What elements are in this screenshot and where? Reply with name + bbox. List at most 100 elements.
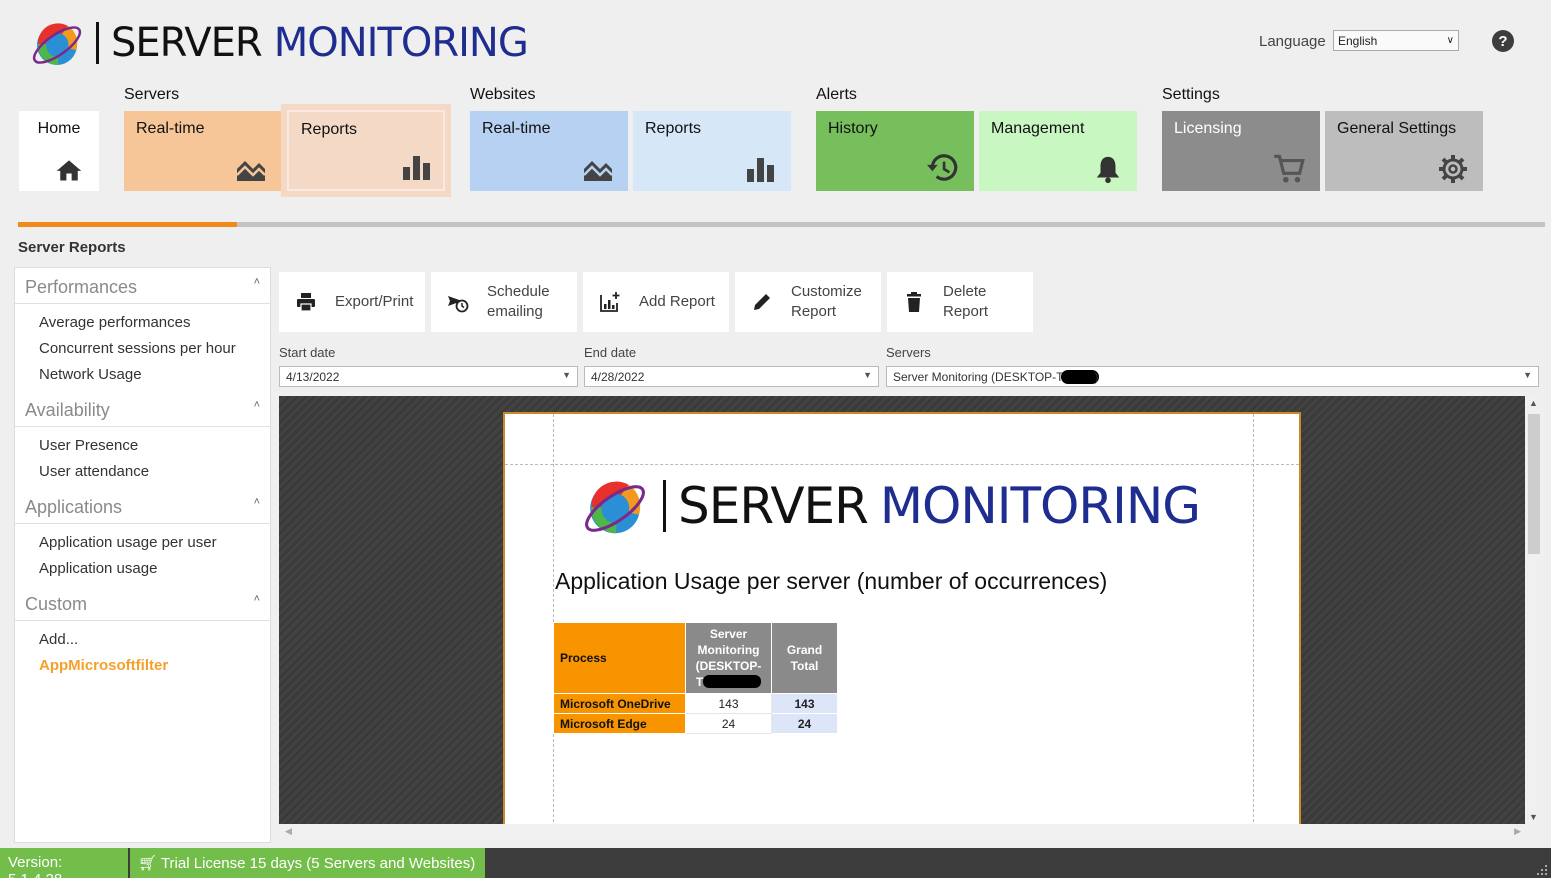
logo-globe-icon: [585, 481, 645, 534]
logo-separator: [96, 22, 99, 64]
tile-servers-realtime-label: Real-time: [136, 120, 205, 137]
header-server: Server Monitoring (DESKTOP- T: [685, 622, 772, 694]
language-value: English: [1338, 33, 1378, 48]
schedule-label-line1: Schedule: [487, 283, 550, 300]
scroll-thumb[interactable]: [1528, 414, 1540, 554]
schedule-send-icon: [447, 291, 469, 313]
tile-settings-general[interactable]: General Settings: [1325, 111, 1483, 191]
home-icon: [56, 160, 82, 181]
tile-websites-reports[interactable]: Reports: [633, 111, 791, 191]
dropdown-arrow-icon: ▼: [562, 370, 571, 380]
dropdown-arrow-icon: ▼: [1523, 370, 1532, 380]
bar-chart-icon: [747, 158, 774, 182]
customize-report-button[interactable]: Customize Report: [735, 272, 881, 332]
redaction-mark: [1060, 370, 1099, 384]
add-report-button[interactable]: Add Report: [583, 272, 729, 332]
report-logo-word-monitoring: MONITORING: [879, 477, 1201, 535]
row-total: 143: [771, 693, 838, 714]
report-viewer[interactable]: SERVER MONITORING Application Usage per …: [279, 396, 1525, 824]
sidebar-item-application-usage-per-user[interactable]: Application usage per user: [39, 534, 217, 551]
sidebar-item-concurrent-sessions[interactable]: Concurrent sessions per hour: [39, 340, 236, 357]
logo-word-monitoring: MONITORING: [273, 20, 529, 66]
chevron-up-icon: ˄: [253, 496, 260, 508]
report-table: Process Server Monitoring (DESKTOP- T Gr…: [553, 622, 838, 734]
help-icon[interactable]: ?: [1492, 30, 1514, 52]
tile-home[interactable]: Home: [19, 111, 99, 191]
sidebar-item-appmicrosoftfilter[interactable]: AppMicrosoftfilter: [39, 657, 168, 674]
sidebar-item-user-attendance[interactable]: User attendance: [39, 463, 149, 480]
scroll-down-icon[interactable]: ▼: [1529, 812, 1538, 822]
start-date-picker[interactable]: 4/13/2022 ▼: [279, 366, 578, 387]
servers-value-suffix: ): [1094, 370, 1099, 384]
sidebar-section-title: Applications: [25, 497, 123, 517]
license-badge[interactable]: 🛒︎ Trial License 15 days (5 Servers and …: [130, 848, 485, 878]
table-row: Microsoft Edge 24 24: [553, 713, 838, 734]
status-bar: Version: 5.1.4.28 🛒︎ Trial License 15 da…: [0, 848, 1551, 878]
header-server-l2: Monitoring: [697, 643, 760, 657]
delete-report-label: Delete Report: [943, 282, 988, 322]
header-process: Process: [553, 622, 686, 694]
tile-alerts-history-label: History: [828, 120, 878, 137]
license-text: Trial License 15 days (5 Servers and Web…: [160, 855, 476, 872]
sidebar-section-custom[interactable]: Custom ˄: [15, 585, 270, 621]
end-date-picker[interactable]: 4/28/2022 ▼: [584, 366, 879, 387]
group-label-servers: Servers: [124, 86, 180, 103]
tile-settings-licensing[interactable]: Licensing: [1162, 111, 1320, 191]
logo-globe-icon: [32, 23, 82, 66]
tile-websites-realtime[interactable]: Real-time: [470, 111, 628, 191]
dropdown-arrow-icon: ▼: [863, 370, 872, 380]
viewer-horizontal-scrollbar[interactable]: ◀ ▶: [279, 824, 1525, 840]
export-print-button[interactable]: Export/Print: [279, 272, 425, 332]
sidebar-section-title: Performances: [25, 277, 138, 297]
header-total-l1: Grand: [786, 643, 823, 657]
viewer-vertical-scrollbar[interactable]: ▲ ▼: [1525, 396, 1543, 824]
start-date-value: 4/13/2022: [286, 370, 340, 384]
sidebar-item-application-usage[interactable]: Application usage: [39, 560, 157, 577]
row-process: Microsoft OneDrive: [553, 693, 686, 714]
add-report-label: Add Report: [639, 293, 715, 310]
tile-servers-reports[interactable]: Reports: [281, 104, 451, 197]
scroll-right-icon[interactable]: ▶: [1514, 826, 1521, 837]
tile-alerts-history[interactable]: History: [816, 111, 974, 191]
logo-word-server: SERVER: [111, 20, 263, 66]
header-server-l1: Server: [709, 627, 748, 641]
resize-grip-icon[interactable]: [1537, 865, 1547, 875]
sidebar-section-performances[interactable]: Performances ˄: [15, 268, 270, 304]
sidebar-section-applications[interactable]: Applications ˄: [15, 488, 270, 524]
end-date-label: End date: [584, 345, 637, 360]
tile-servers-realtime[interactable]: Real-time: [124, 111, 281, 191]
sidebar-item-network-usage[interactable]: Network Usage: [39, 366, 142, 383]
chevron-down-icon: ∨: [1446, 35, 1454, 46]
language-select[interactable]: English ∨: [1333, 30, 1459, 51]
sidebar-item-average-performances[interactable]: Average performances: [39, 314, 190, 331]
header-server-l3: (DESKTOP-: [695, 659, 762, 673]
row-process: Microsoft Edge: [553, 713, 686, 734]
help-glyph: ?: [1498, 32, 1508, 50]
scroll-left-icon[interactable]: ◀: [285, 826, 292, 837]
servers-select[interactable]: Server Monitoring (DESKTOP-T) ▼: [886, 366, 1539, 387]
customize-label-line1: Customize: [791, 283, 862, 300]
trash-icon: [903, 291, 925, 313]
table-header-row: Process Server Monitoring (DESKTOP- T Gr…: [553, 622, 838, 694]
customize-label-line2: Report: [791, 303, 837, 320]
schedule-label-line2: emailing: [487, 303, 543, 320]
tile-websites-realtime-label: Real-time: [482, 120, 551, 137]
add-chart-icon: [599, 291, 621, 313]
tile-websites-reports-label: Reports: [645, 120, 702, 137]
app-logo: SERVER MONITORING: [28, 12, 529, 74]
sidebar-item-user-presence[interactable]: User Presence: [39, 437, 138, 454]
sidebar-item-add-custom[interactable]: Add...: [39, 631, 78, 648]
report-logo-word-server: SERVER: [678, 477, 869, 535]
row-value: 24: [685, 713, 772, 734]
schedule-emailing-button[interactable]: Schedule emailing: [431, 272, 577, 332]
delete-label-line2: Report: [943, 303, 989, 320]
chevron-up-icon: ˄: [253, 276, 260, 288]
sidebar-section-availability[interactable]: Availability ˄: [15, 391, 270, 427]
table-row: Microsoft OneDrive 143 143: [553, 693, 838, 714]
logo-separator: [663, 480, 666, 532]
tile-alerts-management[interactable]: Management: [979, 111, 1137, 191]
group-label-settings: Settings: [1162, 86, 1220, 103]
tile-servers-reports-inner: Reports: [287, 110, 445, 191]
scroll-up-icon[interactable]: ▲: [1529, 398, 1538, 408]
delete-report-button[interactable]: Delete Report: [887, 272, 1033, 332]
